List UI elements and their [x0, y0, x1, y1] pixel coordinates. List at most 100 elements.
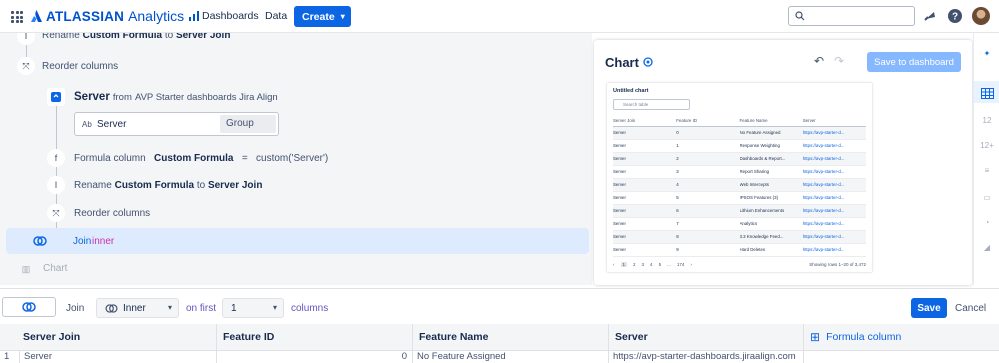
add-formula-column[interactable]: ⊞ Formula column	[804, 324, 999, 351]
notifications-icon[interactable]	[922, 8, 938, 24]
cell-feature-id[interactable]: 0	[217, 351, 413, 363]
rename-icon: I	[47, 176, 65, 194]
search-input[interactable]	[788, 6, 915, 26]
cell-server-join[interactable]: Server	[20, 351, 217, 363]
step-rename-top[interactable]: Rename Custom Formula to Server Join	[42, 33, 230, 41]
multi-value-icon[interactable]: 12+	[980, 138, 994, 152]
preview-cell: 0	[676, 126, 740, 140]
product-logo[interactable]: ATLASSIAN Analytics	[31, 8, 200, 24]
chart-title: Chart	[605, 55, 639, 70]
group-button[interactable]: Group	[220, 115, 276, 133]
rename-icon: I	[17, 33, 35, 45]
preview-cell: Hard Deletes	[739, 243, 803, 257]
nav-data[interactable]: Data	[265, 10, 287, 22]
step-mid: to	[196, 180, 206, 191]
pie-chart-icon[interactable]: ◔	[980, 215, 994, 229]
preview-cell: https://avp-starter-d...	[802, 139, 866, 153]
cell-formula[interactable]	[804, 351, 999, 363]
preview-col-header[interactable]: Feature Name	[739, 115, 803, 127]
join-type-select[interactable]: Inner ▾	[96, 298, 179, 318]
column-header-server[interactable]: Server	[609, 324, 804, 351]
preview-cell: https://avp-starter-d...	[802, 165, 866, 179]
preview-cell: Server	[613, 191, 677, 205]
preview-col-header[interactable]: Server	[802, 115, 866, 127]
join-kind: inner	[92, 236, 115, 247]
redo-icon[interactable]: ↷	[834, 54, 844, 68]
preview-cell: Report Sharing	[739, 165, 803, 179]
page-number[interactable]: ...	[667, 262, 671, 267]
bar-chart-icon[interactable]: ▭	[980, 190, 994, 204]
table-icon[interactable]	[980, 86, 994, 100]
source-name: Server	[74, 91, 110, 103]
preview-cell: Server	[613, 152, 677, 166]
preview-search-input[interactable]: Search table	[613, 99, 690, 110]
source-from: from	[112, 91, 132, 103]
undo-icon[interactable]: ↶	[814, 54, 824, 68]
preview-row: Server 8 3.3 Knowledge Feed... https://avp-…	[613, 230, 866, 244]
next-page-icon[interactable]: ›	[690, 262, 692, 267]
step-mid: to	[164, 33, 174, 41]
avatar[interactable]	[972, 7, 990, 25]
preview-row: Server 4 Web Intercepts https://avp-starter…	[613, 178, 866, 192]
step-reorder[interactable]: Reorder columns	[74, 208, 150, 219]
gear-icon[interactable]	[642, 56, 654, 68]
cell-server[interactable]: https://avp-starter-dashboards.jiraalign…	[609, 351, 804, 363]
join-label: Join	[66, 303, 85, 314]
preview-col-header[interactable]: Server Join	[613, 115, 677, 127]
step-reorder-top[interactable]: Reorder columns	[42, 61, 118, 72]
cell-feature-name[interactable]: No Feature Assigned	[413, 351, 609, 363]
cancel-button[interactable]: Cancel	[955, 303, 986, 314]
save-button[interactable]: Save	[911, 298, 947, 318]
step-join-selected[interactable]: Join inner	[6, 228, 589, 254]
on-first-label: on first	[186, 303, 217, 314]
preview-cell: No Feature Assigned	[739, 126, 803, 140]
column-count-select[interactable]: 1 ▾	[222, 298, 284, 318]
step-source[interactable]: Server from AVP Starter dashboards Jira …	[74, 91, 278, 103]
page-number[interactable]: 3	[642, 262, 645, 267]
app-switcher-icon[interactable]	[11, 11, 23, 23]
page-list: 1 2 3 4 5... 174	[620, 261, 685, 267]
brand-name: ATLASSIAN	[46, 8, 125, 24]
column-header-server-join[interactable]: Server Join	[0, 324, 217, 351]
rows-summary: Showing rows 1–20 of 3,472	[809, 261, 866, 267]
preview-cell: https://avp-starter-d...	[802, 217, 866, 231]
column-count-value: 1	[231, 302, 237, 314]
step-formula[interactable]: Formula column Custom Formula = custom('…	[74, 153, 328, 164]
step-from: Custom Formula	[82, 33, 163, 41]
columns-label: columns	[291, 303, 329, 314]
chart-panel: Chart ↶ ↷ Save to dashboard Untitled cha…	[594, 40, 972, 285]
page-number[interactable]: 5	[659, 262, 662, 267]
page-number[interactable]: 4	[650, 262, 653, 267]
join-label: Join	[73, 236, 92, 247]
join-toggle-button[interactable]	[2, 297, 56, 317]
preview-cell: https://avp-starter-d...	[802, 126, 866, 140]
area-chart-icon[interactable]: ◢	[980, 240, 994, 254]
preview-cell: 7	[676, 217, 740, 231]
create-button[interactable]: Create ▾	[294, 6, 351, 27]
preview-row: Server 7 Analytics https://avp-starter-d...	[613, 217, 866, 231]
funnel-icon[interactable]: ≡	[980, 163, 994, 177]
source-column-row[interactable]: Ab Server Group	[74, 112, 279, 136]
preview-cell: 4	[676, 178, 740, 192]
save-to-dashboard-button[interactable]: Save to dashboard	[867, 52, 961, 72]
single-value-icon[interactable]: 12	[980, 113, 994, 127]
preview-col-header[interactable]: Feature ID	[676, 115, 740, 127]
column-header-feature-id[interactable]: Feature ID	[217, 324, 413, 351]
formula-icon: f	[47, 149, 65, 167]
reorder-icon: ⤧	[47, 204, 65, 222]
chevron-down-icon: ▾	[272, 303, 277, 312]
step-rename[interactable]: Rename Custom Formula to Server Join	[74, 180, 262, 191]
preview-cell: Server	[613, 217, 677, 231]
preview-cell: 8	[676, 230, 740, 244]
magic-wand-icon[interactable]: ✦	[980, 46, 994, 60]
page-number[interactable]: 1	[620, 261, 628, 267]
row-index: 1	[0, 351, 20, 363]
help-icon[interactable]: ?	[947, 8, 963, 24]
page-number[interactable]: 2	[633, 262, 636, 267]
step-chart[interactable]: Chart	[43, 263, 67, 274]
preview-row: Server 5 IPSOS Features (3) https://avp-sta…	[613, 191, 866, 205]
page-number[interactable]: 174	[677, 262, 685, 267]
column-header-feature-name[interactable]: Feature Name	[413, 324, 609, 351]
nav-dashboards[interactable]: Dashboards	[202, 10, 259, 22]
prev-page-icon[interactable]: ‹	[613, 262, 615, 267]
